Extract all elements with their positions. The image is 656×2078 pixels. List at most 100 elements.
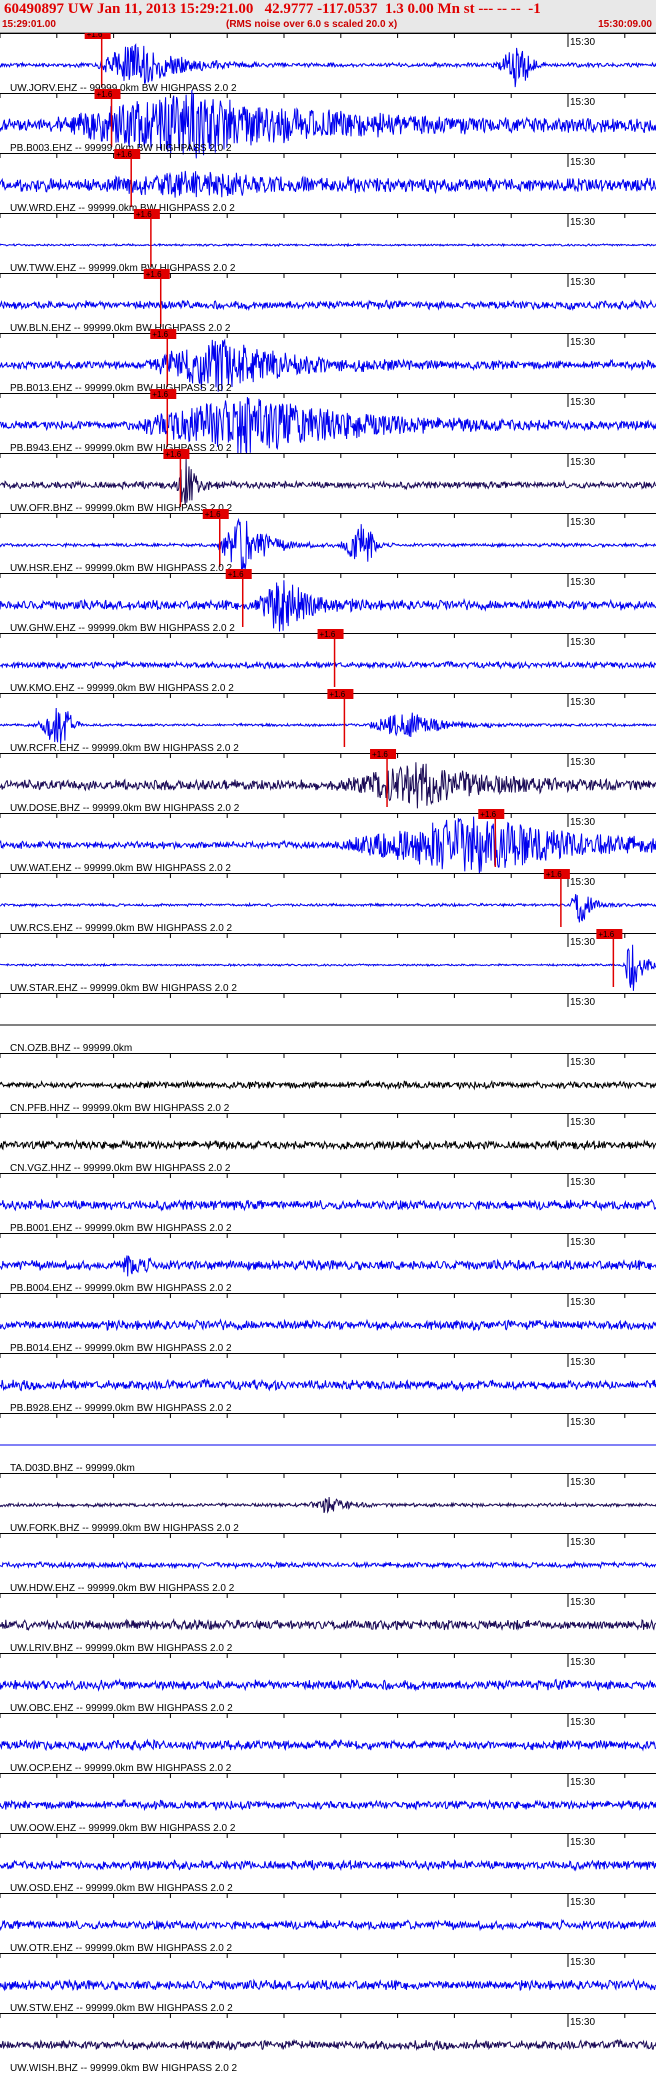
time-marker-label: 15:30	[570, 157, 595, 168]
station-label: UW.RCFR.EHZ -- 99999.0km BW HIGHPASS 2.0…	[10, 743, 239, 754]
time-marker-label: 15:30	[570, 1057, 595, 1068]
waveform	[0, 1079, 656, 1091]
waveform	[0, 1255, 656, 1277]
station-label: PB.B928.EHZ -- 99999.0km BW HIGHPASS 2.0…	[10, 1403, 232, 1414]
trace-row: 15:30 UW.HDW.EHZ -- 99999.0km BW HIGHPASS…	[0, 1533, 656, 1594]
waveform	[0, 894, 656, 923]
station-label: UW.STW.EHZ -- 99999.0km BW HIGHPASS 2.0 …	[10, 2003, 233, 2014]
time-marker-label: 15:30	[570, 1177, 595, 1188]
time-marker-label: 15:30	[570, 1897, 595, 1908]
station-label: PB.B013.EHZ -- 99999.0km BW HIGHPASS 2.0…	[10, 383, 232, 394]
waveform	[0, 1918, 656, 1932]
time-marker-label: 15:30	[570, 517, 595, 528]
waveform	[0, 1978, 656, 1992]
station-label: PB.B001.EHZ -- 99999.0km BW HIGHPASS 2.0…	[10, 1223, 232, 1234]
station-label: TA.D03D.BHZ -- 99999.0km	[10, 1463, 135, 1474]
trace-row: 15:30 PB.B928.EHZ -- 99999.0km BW HIGHPAS…	[0, 1353, 656, 1414]
time-marker-label: 15:30	[570, 337, 595, 348]
time-marker-label: 15:30	[570, 1357, 595, 1368]
event-title: 60490897 UW Jan 11, 2013 15:29:21.00 42.…	[4, 1, 541, 17]
pick-flag-label: +1.6	[320, 630, 336, 639]
waveform	[0, 458, 656, 505]
trace-row: 15:30 UW.OCP.EHZ -- 99999.0km BW HIGHPASS…	[0, 1713, 656, 1774]
trace-row: 15:30 CN.PFB.HHZ -- 99999.0km BW HIGHPASS…	[0, 1053, 656, 1114]
waveform	[0, 1859, 656, 1872]
time-marker-label: 15:30	[570, 1657, 595, 1668]
time-marker-label: 15:30	[570, 937, 595, 948]
station-label: UW.HDW.EHZ -- 99999.0km BW HIGHPASS 2.0 …	[10, 1583, 235, 1594]
trace-row: 15:30 TA.D03D.BHZ -- 99999.0km	[0, 1413, 656, 1474]
pick-flag-label: +1.6	[116, 150, 132, 159]
time-marker-label: 15:30	[570, 637, 595, 648]
station-label: UW.WAT.EHZ -- 99999.0km BW HIGHPASS 2.0 …	[10, 863, 231, 874]
trace-row: 15:30 +1.6 UW.KMO.EHZ -- 99999.0km BW HIGH…	[0, 629, 656, 694]
pick-flag-label: +1.6	[152, 330, 168, 339]
waveform	[0, 170, 656, 198]
trace-row: 15:30 PB.B014.EHZ -- 99999.0km BW HIGHPAS…	[0, 1293, 656, 1354]
pick-flag-label: +1.6	[546, 870, 562, 879]
waveform	[0, 2038, 656, 2051]
time-marker-label: 15:30	[570, 1597, 595, 1608]
station-label: UW.RCS.EHZ -- 99999.0km BW HIGHPASS 2.0 …	[10, 923, 233, 934]
trace-row: 15:30+1.6PB.B003.EHZ -- 99999.0km BW HIG…	[0, 89, 656, 159]
waveform	[0, 1378, 656, 1393]
waveform	[0, 1198, 656, 1212]
station-label: UW.OBC.EHZ -- 99999.0km BW HIGHPASS 2.0 …	[10, 1703, 233, 1714]
time-marker-label: 15:30	[570, 397, 595, 408]
time-marker-label: 15:30	[570, 97, 595, 108]
time-marker-label: 15:30	[570, 217, 595, 228]
time-marker-label: 15:30	[570, 1717, 595, 1728]
time-marker-label: 15:30	[570, 1957, 595, 1968]
trace-row: 15:30 +1.6 PB.B013.EHZ -- 99999.0km BW HIG…	[0, 329, 656, 394]
pick-flag-label: +1.6	[152, 390, 168, 399]
trace-row: 15:30 +1.6 UW.GHW.EHZ -- 99999.0km BW HIGH…	[0, 569, 656, 634]
station-label: UW.WISH.BHZ -- 99999.0km BW HIGHPASS 2.0…	[10, 2063, 238, 2074]
waveform	[0, 43, 656, 88]
trace-row: 15:30 CN.VGZ.HHZ -- 99999.0km BW HIGHPASS…	[0, 1113, 656, 1174]
trace-row: 15:30 +1.6 UW.DOSE.BHZ -- 99999.0km BW HIG…	[0, 749, 656, 814]
end-time: 15:30:09.00	[598, 19, 652, 30]
pick-flag-label: +1.6	[598, 930, 614, 939]
waveform	[0, 1318, 656, 1332]
waveform	[0, 299, 656, 312]
trace-row: 15:30+1.6 UW.STAR.EHZ -- 99999.0km BW HIG…	[0, 929, 656, 994]
waveform	[0, 242, 656, 248]
trace-panel: 15:30+1.6UW.JORV.EHZ -- 99999.0km BW HIG…	[0, 33, 656, 2074]
station-label: PB.B014.EHZ -- 99999.0km BW HIGHPASS 2.0…	[10, 1343, 232, 1354]
station-label: CN.VGZ.HHZ -- 99999.0km BW HIGHPASS 2.0 …	[10, 1163, 231, 1174]
pick-flag-label: +1.6	[97, 90, 113, 99]
time-marker-label: 15:30	[570, 1297, 595, 1308]
station-label: UW.JORV.EHZ -- 99999.0km BW HIGHPASS 2.0…	[10, 83, 237, 94]
time-marker-label: 15:30	[570, 757, 595, 768]
station-label: UW.FORK.BHZ -- 99999.0km BW HIGHPASS 2.0…	[10, 1523, 239, 1534]
waveform	[0, 660, 656, 670]
pick-flag-label: +1.6	[228, 570, 244, 579]
trace-row: 15:30 UW.OBC.EHZ -- 99999.0km BW HIGHPASS…	[0, 1653, 656, 1714]
station-label: UW.TWW.EHZ -- 99999.0km BW HIGHPASS 2.0 …	[10, 263, 236, 274]
waveform	[0, 762, 656, 809]
pick-flag-label: +1.6	[372, 750, 388, 759]
station-label: UW.OOW.EHZ -- 99999.0km BW HIGHPASS 2.0 …	[10, 1823, 236, 1834]
time-marker-label: 15:30	[570, 1477, 595, 1488]
trace-row: 15:30 UW.WISH.BHZ -- 99999.0km BW HIGHPAS…	[0, 2013, 656, 2074]
time-marker-label: 15:30	[570, 1777, 595, 1788]
trace-row: 15:30 +1.6 UW.WAT.EHZ -- 99999.0km BW HIGH…	[0, 809, 656, 874]
time-marker-label: 15:30	[570, 1837, 595, 1848]
station-label: UW.DOSE.BHZ -- 99999.0km BW HIGHPASS 2.0…	[10, 803, 240, 814]
time-marker-label: 15:30	[570, 817, 595, 828]
station-label: PB.B004.EHZ -- 99999.0km BW HIGHPASS 2.0…	[10, 1283, 232, 1294]
trace-row: 15:30 PB.B004.EHZ -- 99999.0km BW HIGHPAS…	[0, 1233, 656, 1294]
station-label: UW.OCP.EHZ -- 99999.0km BW HIGHPASS 2.0 …	[10, 1763, 232, 1774]
pick-flag-label: +1.6	[87, 33, 103, 39]
station-label: UW.GHW.EHZ -- 99999.0km BW HIGHPASS 2.0 …	[10, 623, 235, 634]
trace-row: 15:30 +1.6 UW.WRD.EHZ -- 99999.0km BW HIGH…	[0, 149, 656, 214]
station-label: PB.B943.EHZ -- 99999.0km BW HIGHPASS 2.0…	[10, 443, 232, 454]
pick-flag-label: +1.6	[165, 450, 181, 459]
station-label: CN.OZB.BHZ -- 99999.0km	[10, 1043, 132, 1054]
trace-row: 15:30 +1.6 UW.RCS.EHZ -- 99999.0km BW HIGH…	[0, 869, 656, 934]
time-marker-label: 15:30	[570, 577, 595, 588]
station-label: UW.KMO.EHZ -- 99999.0km BW HIGHPASS 2.0 …	[10, 683, 234, 694]
station-label: UW.WRD.EHZ -- 99999.0km BW HIGHPASS 2.0 …	[10, 203, 235, 214]
trace-row: 15:30 +1.6 PB.B943.EHZ -- 99999.0km BW HIG…	[0, 389, 656, 454]
event-header: 60490897 UW Jan 11, 2013 15:29:21.00 42.…	[0, 0, 656, 33]
